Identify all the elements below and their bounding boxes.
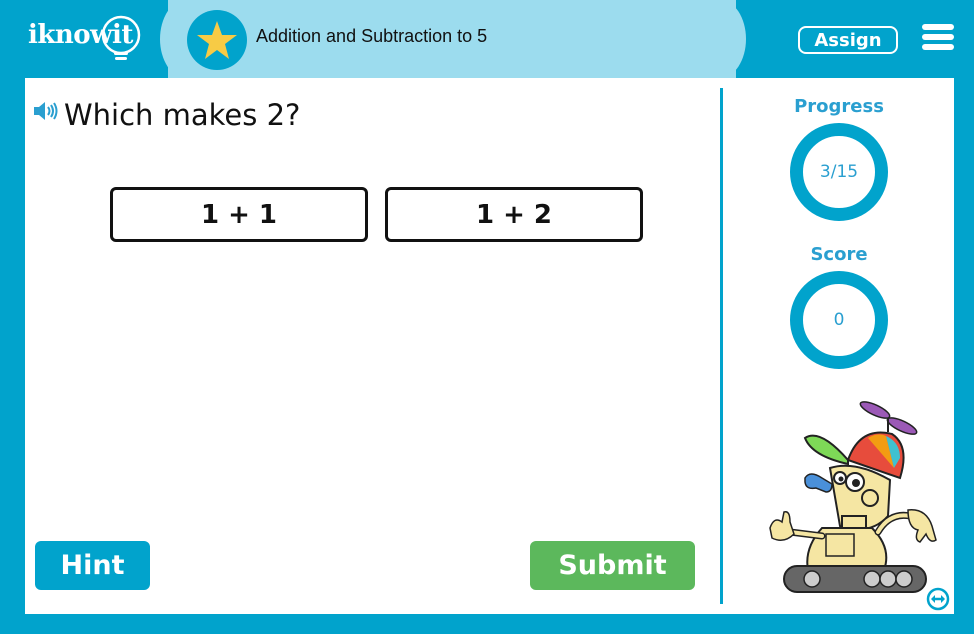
robot-mascot bbox=[769, 401, 937, 593]
propeller-blade bbox=[859, 401, 891, 419]
score-label: Score bbox=[810, 244, 868, 265]
question-text: Which makes 2? bbox=[64, 98, 301, 132]
assign-button[interactable]: Assign bbox=[798, 26, 898, 54]
robot-left-hand bbox=[769, 510, 795, 541]
answer-option[interactable]: 1 + 1 bbox=[110, 187, 368, 242]
star-icon bbox=[197, 21, 237, 59]
sidebar-divider bbox=[720, 88, 723, 604]
lesson-title: Addition and Subtraction to 5 bbox=[256, 26, 488, 46]
robot-right-hand bbox=[907, 509, 937, 543]
robot-nose bbox=[804, 473, 833, 493]
lightbulb-icon bbox=[101, 15, 141, 60]
answer-option[interactable]: 1 + 2 bbox=[385, 187, 643, 242]
submit-button[interactable]: Submit bbox=[530, 541, 695, 590]
progress-label: Progress bbox=[794, 96, 884, 117]
cap-visor bbox=[803, 434, 849, 466]
score-value: 0 bbox=[833, 310, 845, 330]
iknowit-logo[interactable]: iknowit bbox=[28, 14, 148, 64]
expand-arrows-icon[interactable] bbox=[926, 587, 950, 611]
hint-button[interactable]: Hint bbox=[35, 541, 150, 590]
hamburger-menu-icon[interactable] bbox=[922, 24, 954, 50]
progress-value: 3/15 bbox=[819, 162, 859, 182]
lesson-badge bbox=[187, 10, 247, 70]
progress-ring: 3/15 bbox=[790, 123, 888, 221]
speaker-icon[interactable] bbox=[34, 102, 60, 120]
score-ring: 0 bbox=[790, 271, 888, 369]
